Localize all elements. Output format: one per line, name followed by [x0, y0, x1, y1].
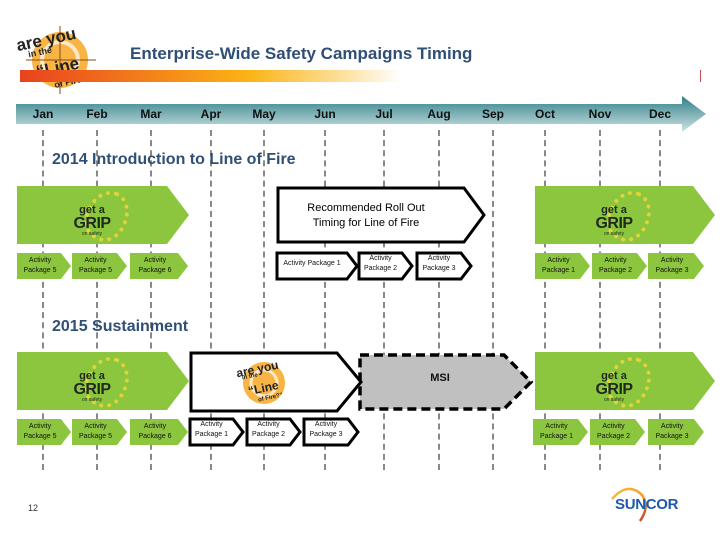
grip-logo-line3: on safety [603, 231, 625, 237]
grip-logo-line2: GRIP [73, 381, 111, 398]
month-label-jun: Jun [314, 107, 336, 121]
activity-package-label: Activity Package 2 [245, 420, 292, 440]
activity-package-label: Activity Package 3 [648, 256, 696, 276]
activity-package-label: Activity Package 3 [415, 254, 463, 274]
page-title: Enterprise-Wide Safety Campaigns Timing [130, 44, 473, 63]
activity-package-line1: Activity [547, 257, 570, 264]
month-label-sep: Sep [481, 107, 505, 121]
activity-package-label: Activity Package 6 [130, 422, 180, 442]
month-label-mar: Mar [140, 107, 162, 121]
grip-logo-line2: GRIP [73, 215, 111, 232]
get-a-grip-logo: get a GRIP on safety [584, 371, 644, 404]
line-of-fire-logo: are you in the “Line of Fire?” [234, 354, 294, 410]
activity-package-line2: Package 3 [655, 267, 689, 274]
activity-package-line1: Activity [257, 421, 280, 428]
month-label-oct: Oct [534, 107, 556, 121]
activity-package-line1: Activity [143, 257, 167, 264]
rollout-label-line1: Recommended Roll Out [307, 202, 425, 214]
activity-package-label: Activity Package 6 [130, 256, 180, 276]
month-label-jan: Jan [32, 107, 54, 121]
activity-package-line2: Package 5 [23, 267, 57, 274]
title-underline-bar [20, 70, 400, 82]
activity-package-line1: Activity [28, 257, 52, 264]
month-gridline [383, 130, 385, 470]
month-label-may: May [252, 107, 276, 121]
get-a-grip-logo: get a GRIP on safety [62, 205, 122, 238]
activity-package-line2: Package 2 [251, 431, 286, 438]
activity-package-line2: Package 2 [363, 265, 398, 272]
grip-logo-line2: GRIP [595, 381, 633, 398]
activity-package-line1: Activity [369, 255, 392, 262]
activity-package-line2: Package 6 [138, 433, 172, 440]
title-bar-end-tick [700, 70, 701, 82]
activity-package-line2: Package 5 [78, 267, 113, 274]
month-label-jul: Jul [375, 107, 393, 121]
activity-package-label: Activity Package 2 [592, 256, 639, 276]
suncor-logo: SUNCOR [615, 496, 679, 513]
activity-package-line2: Package 3 [309, 431, 343, 438]
activity-package-line1: Activity [84, 423, 107, 430]
activity-package-line2: Package 3 [655, 433, 689, 440]
activity-package-line2: Package 6 [138, 267, 172, 274]
activity-package-line2: Package 1 [539, 433, 574, 440]
recommended-rollout-label: Recommended Roll Out Timing for Line of … [286, 201, 446, 231]
activity-package-line1: Activity [604, 257, 627, 264]
activity-package-line2: Package 2 [598, 267, 633, 274]
section-title-2014: 2014 Introduction to Line of Fire [52, 151, 296, 168]
month-label-aug: Aug [427, 107, 451, 121]
activity-package-label: Activity Package 5 [17, 422, 63, 442]
activity-package-line1: Activity [602, 423, 625, 430]
month-label-dec: Dec [648, 107, 672, 121]
activity-package-line2: Package 1 [541, 267, 576, 274]
grip-logo-line3: on safety [603, 397, 625, 403]
activity-package-label: Activity Package 1 [533, 422, 580, 442]
month-label-nov: Nov [588, 107, 612, 121]
activity-package-label: Activity Package 1 [275, 259, 349, 269]
activity-package-line2: Package 2 [596, 433, 631, 440]
line-of-fire-logo: are you in the “Line of Fire?” [14, 22, 104, 94]
activity-package-label: Activity Package 5 [72, 422, 119, 442]
activity-package-line1: Activity [427, 255, 451, 262]
activity-package-label: Activity Package 5 [72, 256, 119, 276]
activity-package-line2: Package 5 [78, 433, 113, 440]
get-a-grip-logo: get a GRIP on safety [62, 371, 122, 404]
activity-package-label: Activity Package 3 [302, 420, 350, 440]
activity-package-label: Activity Package 1 [535, 256, 582, 276]
activity-package-line1: Activity [200, 421, 223, 428]
get-a-grip-logo: get a GRIP on safety [584, 205, 644, 238]
grip-logo-line3: on safety [81, 397, 103, 403]
section-title-2015: 2015 Sustainment [52, 318, 189, 335]
activity-package-line2: Package 3 [422, 265, 456, 272]
activity-package-label: Activity Package 2 [357, 254, 404, 274]
activity-package-label: Activity Package 1 [188, 420, 235, 440]
activity-package-line1: Activity [84, 257, 107, 264]
rollout-label-line2: Timing for Line of Fire [312, 217, 420, 229]
grip-logo-line3: on safety [81, 231, 103, 237]
month-gridline [438, 130, 440, 470]
activity-package-line1: Activity Package 1 [283, 260, 341, 267]
activity-package-line1: Activity [314, 421, 338, 428]
activity-package-label: Activity Package 5 [17, 256, 63, 276]
page-number: 12 [28, 503, 39, 513]
activity-package-line2: Package 5 [23, 433, 57, 440]
activity-package-line1: Activity [28, 423, 52, 430]
month-label-feb: Feb [86, 107, 108, 121]
activity-package-line1: Activity [545, 423, 568, 430]
activity-package-label: Activity Package 2 [590, 422, 637, 442]
month-gridline [492, 130, 494, 470]
activity-package-line1: Activity [660, 257, 684, 264]
activity-package-label: Activity Package 3 [648, 422, 696, 442]
month-label-apr: Apr [200, 107, 222, 121]
activity-package-line1: Activity [143, 423, 167, 430]
activity-package-line2: Package 1 [194, 431, 229, 438]
msi-label: MSI [430, 372, 450, 384]
grip-logo-line2: GRIP [595, 215, 633, 232]
activity-package-line1: Activity [660, 423, 684, 430]
